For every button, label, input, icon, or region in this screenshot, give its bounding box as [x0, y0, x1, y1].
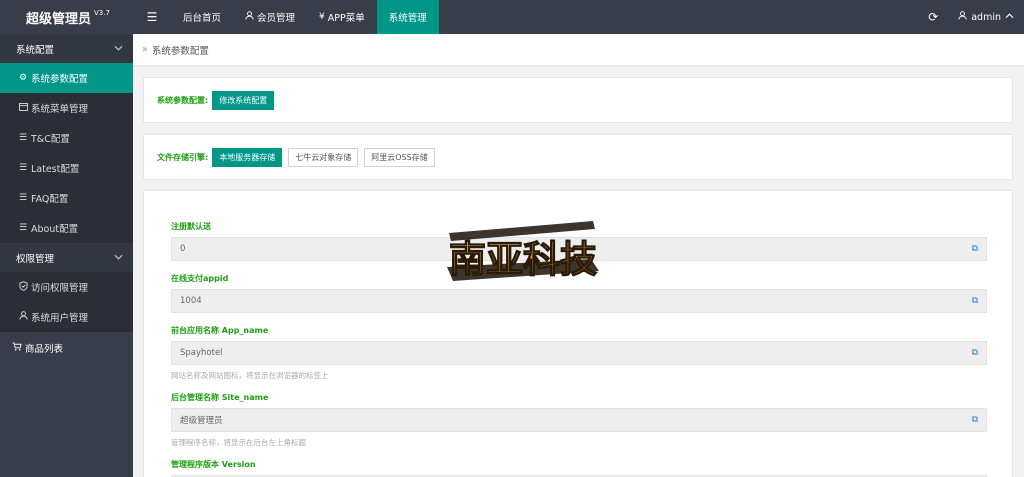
list-icon: ☰: [18, 163, 28, 173]
topnav-item-home[interactable]: 后台首页: [171, 0, 233, 34]
field-help: 管理程序名称，将显示在后台左上角标题: [171, 438, 306, 447]
sidebar-group-system-config[interactable]: 系统配置: [0, 34, 133, 63]
double-chevron-right-icon: »: [142, 44, 148, 55]
sidebar-item-system-params[interactable]: ⚙ 系统参数配置: [0, 63, 133, 93]
breadcrumb: » 系统参数配置: [133, 34, 1024, 66]
sidebar-item-label: About配置: [31, 224, 79, 235]
app-title: 超级管理员 V3.7: [0, 0, 133, 34]
cart-icon: [12, 342, 22, 354]
sidebar-group-permissions[interactable]: 权限管理: [0, 243, 133, 272]
sidebar-item-about[interactable]: ☰ About配置: [0, 213, 133, 243]
sidebar-item-latest[interactable]: ☰ Latest配置: [0, 153, 133, 183]
yen-icon: ¥: [319, 12, 325, 22]
user-icon: [958, 11, 967, 23]
list-icon: ☰: [18, 133, 28, 143]
top-navbar: 超级管理员 V3.7 ☰ 后台首页 会员管理 ¥ APP菜单 系统管理 ⟳ adm…: [0, 0, 1024, 34]
breadcrumb-current: 系统参数配置: [151, 45, 209, 57]
sidebar-item-label: Latest配置: [31, 164, 80, 175]
sidebar-group-label: 权限管理: [16, 253, 55, 265]
sidebar-item-label: FAQ配置: [31, 194, 69, 205]
sidebar-group-label: 系统配置: [16, 44, 55, 56]
sidebar: 系统配置 ⚙ 系统参数配置 系统菜单管理 ☰ T&C配置 ☰ Latest配置 …: [0, 34, 133, 477]
top-nav: 后台首页 会员管理 ¥ APP菜单 系统管理: [171, 0, 439, 34]
sidebar-item-label: 系统参数配置: [31, 74, 89, 85]
app-version: V3.7: [94, 9, 110, 17]
topnav-item-system[interactable]: 系统管理: [376, 0, 439, 34]
window-icon: [17, 102, 29, 114]
chevron-down-icon: [114, 252, 123, 263]
user-icon: [245, 11, 254, 23]
sidebar-item-label: 商品列表: [25, 344, 64, 355]
field-label: 后台管理名称 Site_name: [171, 393, 269, 402]
topnav-app-menu-label: APP菜单: [327, 13, 365, 24]
list-icon: ☰: [18, 223, 28, 233]
copy-icon[interactable]: ⧉: [972, 244, 978, 254]
sidebar-item-label: 系统用户管理: [31, 313, 89, 324]
form-field-site-name: 后台管理名称 Site_name 超级管理员 ⧉ 管理程序名称，将显示在后台左上…: [171, 392, 987, 448]
field-label: 前台应用名称 App_name: [171, 326, 269, 335]
copy-icon[interactable]: ⧉: [972, 296, 978, 306]
hamburger-icon[interactable]: ☰: [133, 0, 171, 34]
chevron-up-icon: [1005, 12, 1014, 22]
chevron-down-icon: [114, 43, 123, 54]
user-menu[interactable]: admin: [952, 11, 1024, 23]
system-config-label: 系统参数配置:: [157, 95, 209, 105]
storage-engine-card: 文件存储引擎: 本地服务器存储 七牛云对象存储 阿里云OSS存储: [143, 134, 1013, 180]
sidebar-item-products[interactable]: 商品列表: [0, 332, 133, 364]
edit-config-button[interactable]: 修改系统配置: [212, 90, 275, 110]
sidebar-item-label: 系统菜单管理: [31, 104, 89, 115]
copy-icon[interactable]: ⧉: [972, 348, 978, 358]
refresh-icon[interactable]: ⟳: [914, 0, 952, 34]
app-name-input[interactable]: Spayhotel ⧉: [171, 341, 987, 365]
pay-appid-input[interactable]: 1004 ⧉: [171, 289, 987, 313]
site-name-input[interactable]: 超级管理员 ⧉: [171, 408, 987, 432]
aliyun-oss-button[interactable]: 阿里云OSS存储: [364, 147, 435, 167]
sidebar-item-tc[interactable]: ☰ T&C配置: [0, 123, 133, 153]
local-storage-button[interactable]: 本地服务器存储: [212, 147, 283, 167]
topnav-members-label: 会员管理: [257, 13, 296, 24]
topnav-item-app-menu[interactable]: ¥ APP菜单: [307, 0, 377, 34]
sidebar-item-system-menu[interactable]: 系统菜单管理: [0, 93, 133, 123]
app-title-text: 超级管理员: [26, 11, 92, 27]
system-config-card: 系统参数配置: 修改系统配置: [143, 77, 1013, 123]
gear-icon: ⚙: [18, 73, 28, 83]
topnav-home-label: 后台首页: [183, 13, 222, 24]
qiniu-storage-button[interactable]: 七牛云对象存储: [288, 147, 359, 167]
field-value: Spayhotel: [180, 348, 223, 358]
sidebar-item-label: 访问权限管理: [31, 283, 89, 294]
form-field-app-name: 前台应用名称 App_name Spayhotel ⧉ 网站名称及网站图标，将显…: [171, 325, 987, 381]
form-field-version: 管理程序版本 Version: [171, 459, 987, 477]
field-value: 超级管理员: [180, 416, 223, 426]
user-icon: [17, 311, 29, 323]
top-right-tools: ⟳ admin: [914, 0, 1024, 34]
topnav-item-members[interactable]: 会员管理: [233, 0, 307, 34]
storage-engine-label: 文件存储引擎:: [157, 152, 209, 162]
sidebar-item-access-permissions[interactable]: 访问权限管理: [0, 272, 133, 302]
topnav-system-label: 系统管理: [388, 13, 427, 24]
user-name: admin: [971, 11, 1001, 23]
shield-icon: [17, 280, 29, 294]
field-value: 1004: [180, 296, 202, 306]
watermark-text: 南亚科技: [449, 237, 597, 281]
field-value: 0: [180, 244, 186, 254]
sidebar-item-system-users[interactable]: 系统用户管理: [0, 302, 133, 332]
sidebar-item-faq[interactable]: ☰ FAQ配置: [0, 183, 133, 213]
field-label: 管理程序版本 Version: [171, 460, 256, 469]
field-help: 网站名称及网站图标，将显示在浏览器的标签上: [171, 371, 329, 380]
list-icon: ☰: [18, 193, 28, 203]
watermark-logo: 南亚科技: [443, 215, 603, 290]
sidebar-item-label: T&C配置: [31, 134, 70, 145]
copy-icon[interactable]: ⧉: [972, 415, 978, 425]
